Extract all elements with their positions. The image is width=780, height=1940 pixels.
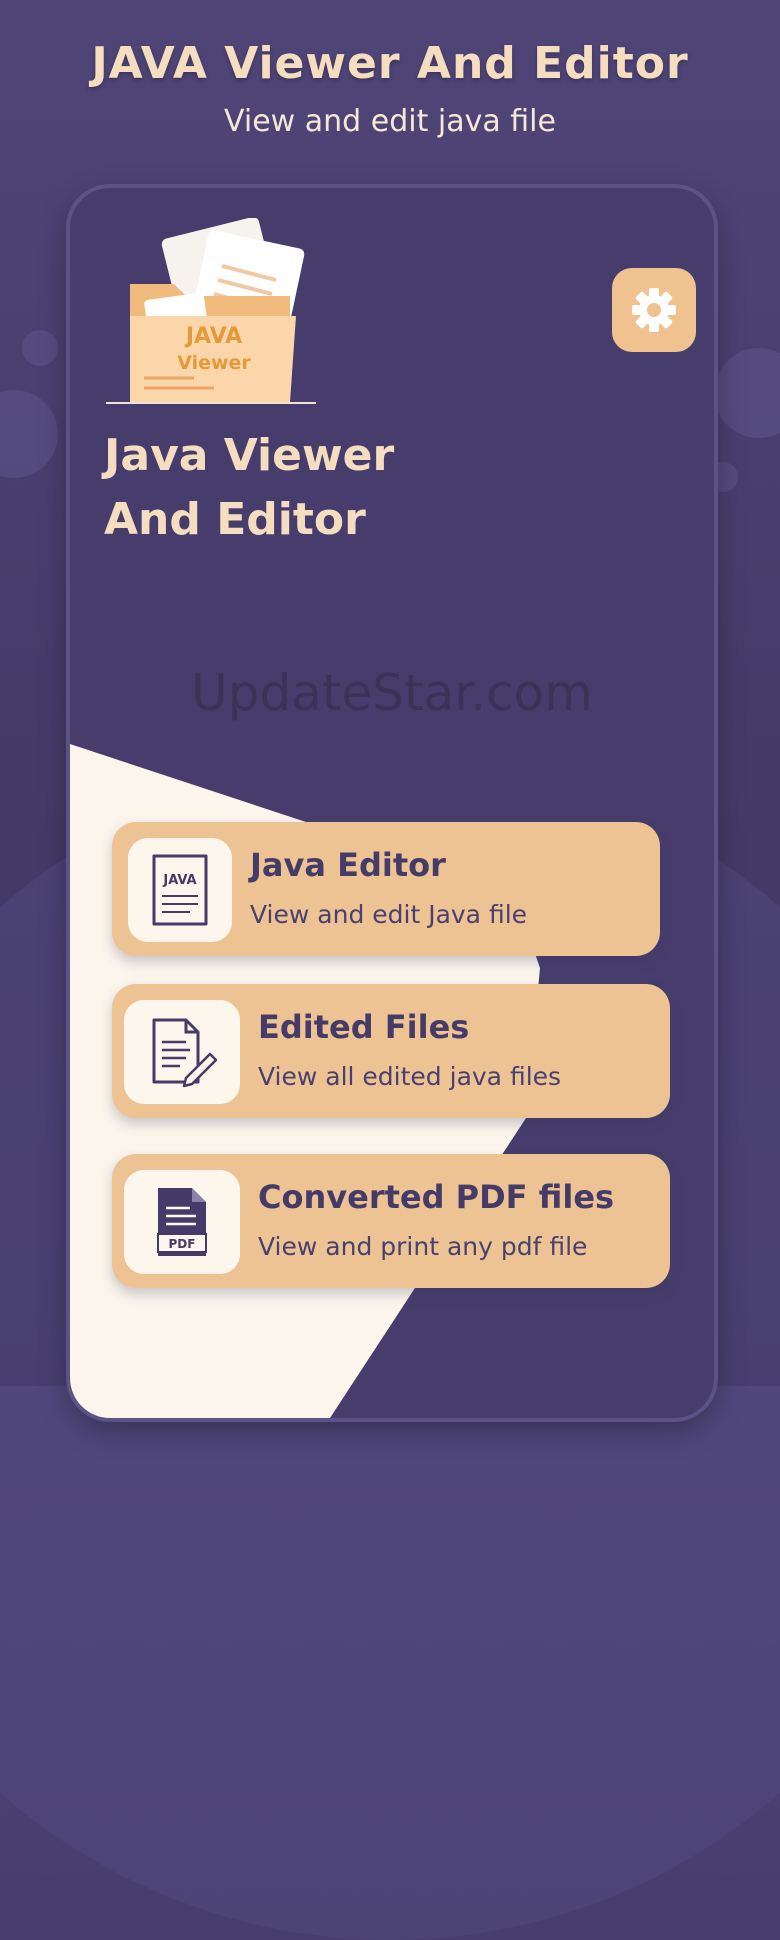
java-file-icon: JAVA	[128, 838, 232, 942]
promo-subtitle: View and edit java file	[224, 104, 556, 139]
logo-text-java: JAVA	[185, 324, 243, 349]
menu-card-title: Converted PDF files	[258, 1178, 615, 1216]
background-bubble	[714, 348, 780, 438]
edited-document-icon	[124, 1000, 240, 1104]
menu-card-subtitle: View all edited java files	[258, 1062, 562, 1091]
menu-card-converted-pdf[interactable]: PDF Converted PDF files View and print a…	[112, 1154, 670, 1288]
watermark: UpdateStar.com	[191, 664, 593, 722]
menu-card-subtitle: View and edit Java file	[250, 900, 528, 929]
menu-card-title: Java Editor	[250, 846, 446, 884]
menu-card-edited-files[interactable]: Edited Files View all edited java files	[112, 984, 670, 1118]
pdf-file-icon-label: PDF	[169, 1237, 196, 1251]
pdf-file-icon: PDF	[124, 1170, 240, 1274]
java-file-icon-label: JAVA	[162, 873, 196, 888]
promo-title: JAVA Viewer And Editor	[91, 38, 689, 89]
app-title: Java Viewer And Editor	[104, 424, 484, 552]
background-bubble	[22, 330, 58, 366]
logo-divider	[106, 402, 316, 404]
app-title-line1: Java Viewer	[104, 430, 395, 481]
menu-card-subtitle: View and print any pdf file	[258, 1232, 588, 1261]
menu-card-java-editor[interactable]: JAVA Java Editor View and edit Java file	[112, 822, 660, 956]
settings-button[interactable]	[612, 268, 696, 352]
phone-screen: JAVA Viewer Java Viewer And Editor Updat…	[70, 188, 714, 1418]
logo-text-viewer: Viewer	[177, 352, 251, 374]
menu-card-title: Edited Files	[258, 1008, 470, 1046]
app-logo-folder-icon	[130, 218, 305, 402]
gear-icon	[632, 288, 676, 332]
background-bubble	[0, 390, 58, 478]
app-title-line2: And Editor	[104, 494, 366, 545]
